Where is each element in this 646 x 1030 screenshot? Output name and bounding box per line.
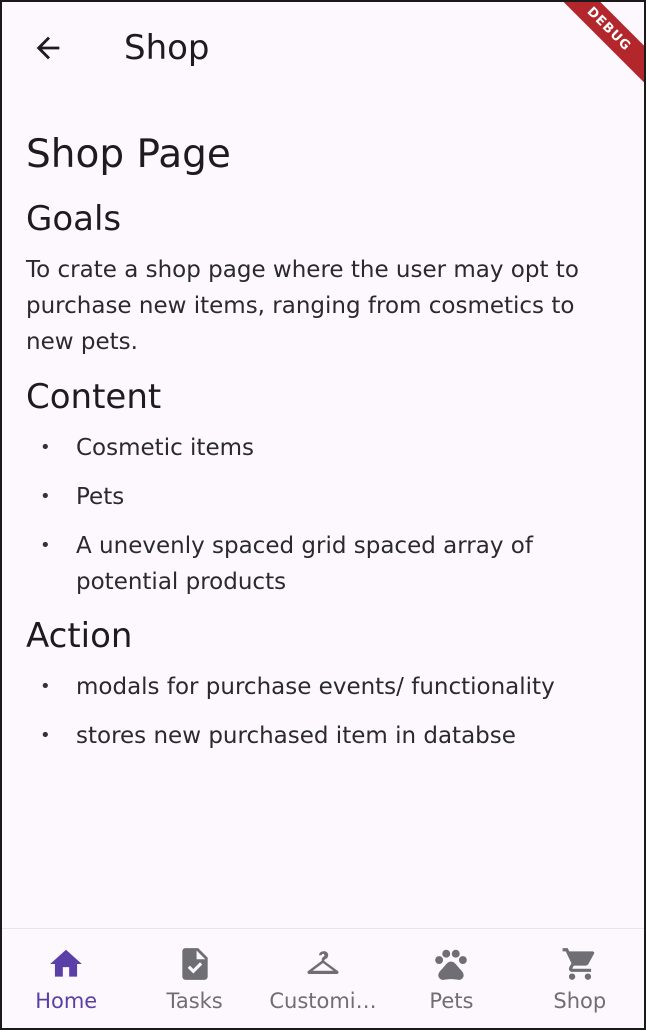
list-item: Cosmetic items [26, 430, 620, 466]
content-title: Shop Page [26, 132, 231, 177]
page-title: Shop [124, 28, 210, 68]
main-content: Shop Page Goals To crate a shop page whe… [26, 130, 620, 767]
action-list: modals for purchase events/ functionalit… [26, 669, 620, 754]
app-frame: Shop DEBUG Shop Page Goals To crate a sh… [0, 0, 646, 1030]
nav-item-shop[interactable]: Shop [516, 929, 644, 1028]
action-heading: Action [26, 616, 133, 656]
nav-item-customize[interactable]: Customi… [259, 929, 387, 1028]
bottom-navigation: Home Tasks Customi… Pets Shop [2, 928, 644, 1028]
list-item: Pets [26, 479, 620, 515]
task-document-icon [181, 948, 208, 980]
app-bar: Shop [2, 2, 644, 94]
paw-icon [435, 949, 468, 980]
nav-label: Tasks [166, 989, 223, 1013]
list-item: stores new purchased item in databse [26, 718, 620, 754]
goals-text: To crate a shop page where the user may … [26, 257, 579, 355]
nav-item-home[interactable]: Home [2, 929, 130, 1028]
list-item: A unevenly spaced grid spaced array of p… [26, 528, 620, 600]
arrow-back-icon [36, 36, 60, 60]
nav-label: Customi… [269, 989, 377, 1013]
list-item: modals for purchase events/ functionalit… [26, 669, 620, 705]
home-icon [50, 949, 83, 977]
goals-heading: Goals [26, 199, 122, 239]
shopping-cart-icon [562, 948, 595, 980]
nav-label: Home [35, 989, 98, 1013]
nav-item-pets[interactable]: Pets [387, 929, 515, 1028]
nav-item-tasks[interactable]: Tasks [130, 929, 258, 1028]
content-list: Cosmetic items Pets A unevenly spaced gr… [26, 430, 620, 600]
nav-label: Shop [553, 989, 607, 1013]
hanger-icon [307, 951, 339, 974]
back-button[interactable] [24, 24, 72, 72]
nav-label: Pets [429, 989, 474, 1013]
content-heading: Content [26, 377, 162, 417]
